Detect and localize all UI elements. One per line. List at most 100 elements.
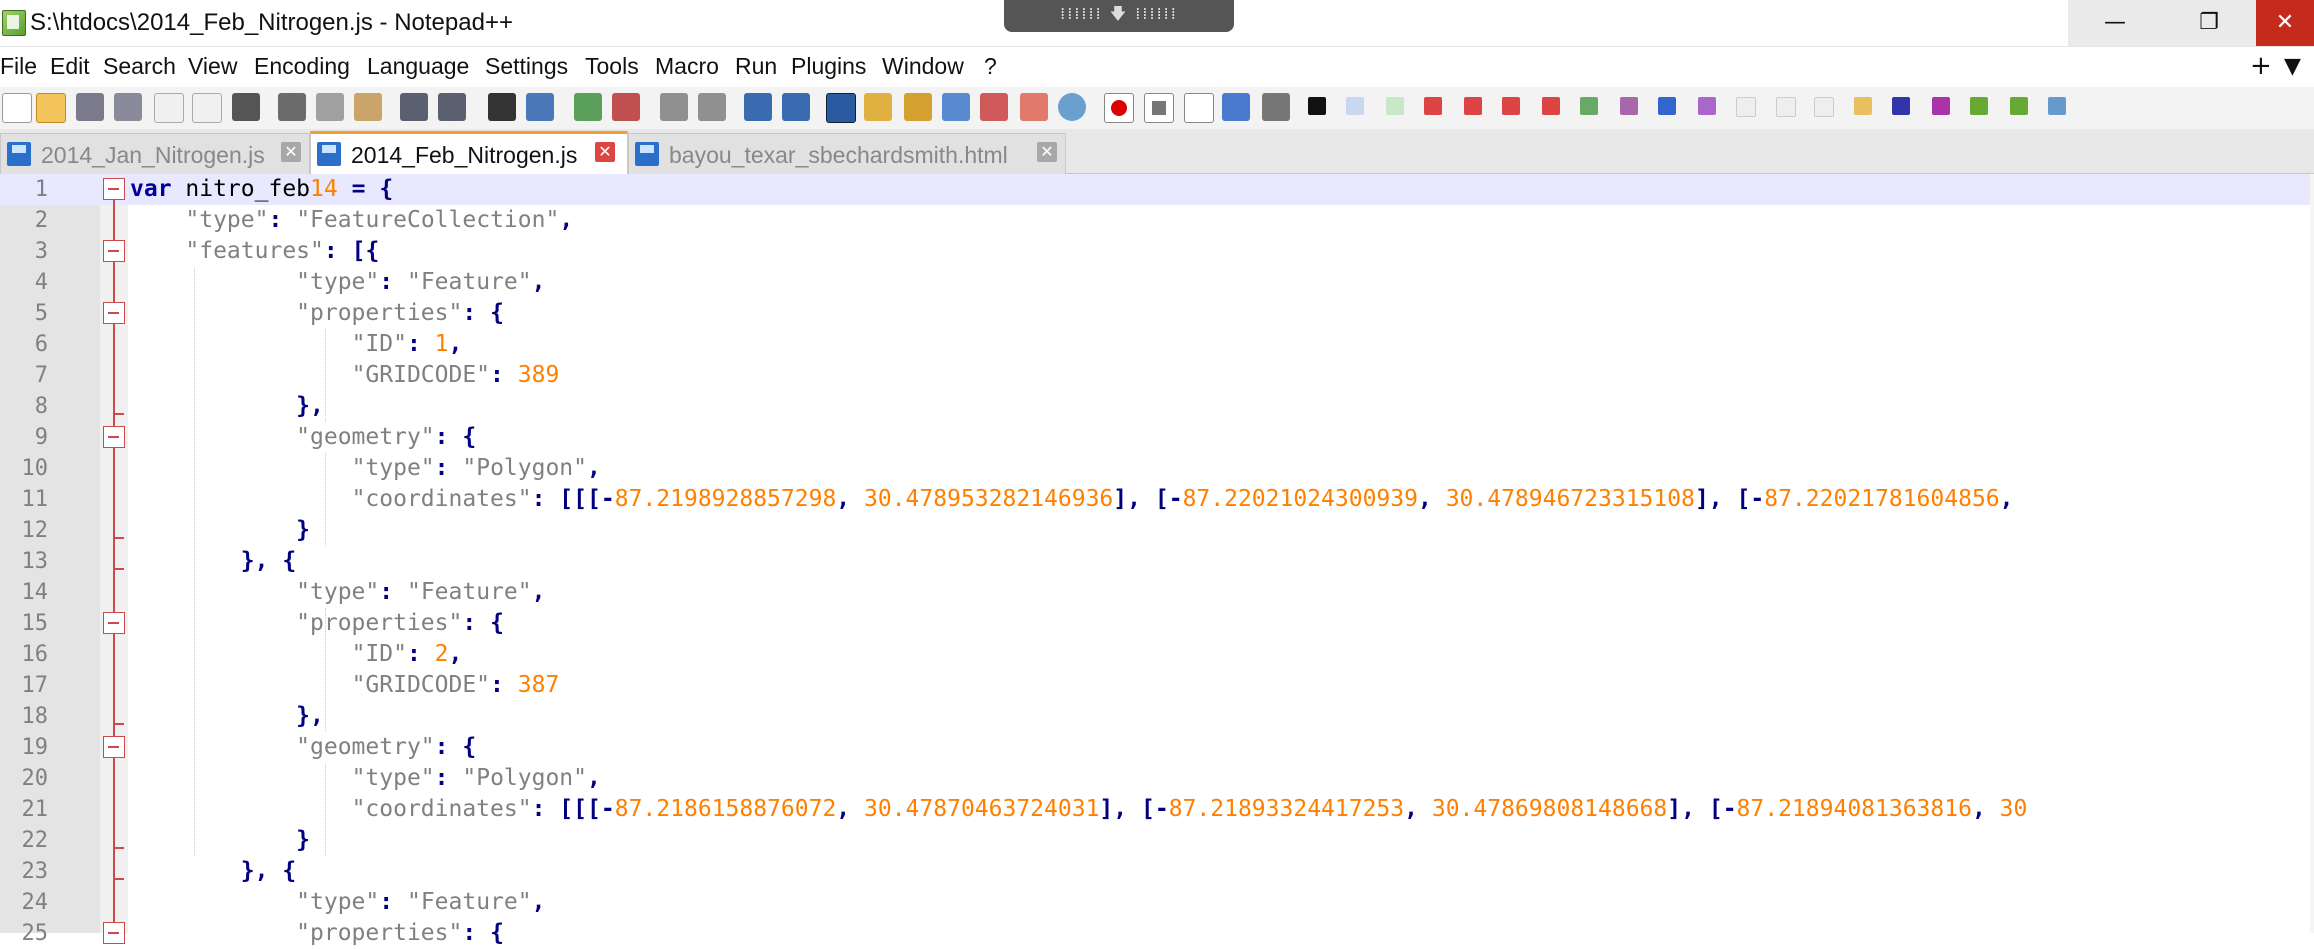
code-line[interactable]: 22 } <box>0 825 2314 856</box>
plugin-icon-11[interactable] <box>1892 97 1910 115</box>
redo-icon[interactable] <box>438 93 466 121</box>
tab-list-button[interactable]: ▼ <box>2284 54 2301 79</box>
copy-icon[interactable] <box>316 93 344 121</box>
plugin-icon-2[interactable] <box>1386 97 1404 115</box>
close-tab-icon[interactable]: ✕ <box>595 142 615 162</box>
close-tab-icon[interactable]: ✕ <box>281 142 301 162</box>
save-all-icon[interactable] <box>114 93 142 121</box>
plugin-icon-5[interactable] <box>1658 97 1676 115</box>
fold-toggle-icon[interactable] <box>103 426 125 448</box>
menu-language[interactable]: Language <box>367 53 469 80</box>
plugin-icon-6[interactable] <box>1698 97 1716 115</box>
undo-icon[interactable] <box>400 93 428 121</box>
code-line[interactable]: 19 "geometry": { <box>0 732 2314 763</box>
plugin-icon-15[interactable] <box>2048 97 2066 115</box>
plugin-icon-12[interactable] <box>1932 97 1950 115</box>
open-file-icon[interactable] <box>36 93 66 123</box>
macro-save-icon[interactable] <box>1262 93 1290 121</box>
code-line[interactable]: 10 "type": "Polygon", <box>0 453 2314 484</box>
code-line[interactable]: 2 "type": "FeatureCollection", <box>0 205 2314 236</box>
code-line[interactable]: 5 "properties": { <box>0 298 2314 329</box>
code-line[interactable]: 8 }, <box>0 391 2314 422</box>
sync-horizontal-icon[interactable] <box>698 93 726 121</box>
folder-as-workspace-icon[interactable] <box>980 93 1008 121</box>
user-defined-language-icon[interactable] <box>864 93 892 121</box>
code-line[interactable]: 3 "features": [{ <box>0 236 2314 267</box>
plugin-icon-14[interactable] <box>2010 97 2028 115</box>
tab-2014-feb-nitrogen[interactable]: 2014_Feb_Nitrogen.js ✕ <box>310 131 628 176</box>
plugin-icon-10[interactable] <box>1854 97 1872 115</box>
code-line[interactable]: 21 "coordinates": [[[-87.2186158876072, … <box>0 794 2314 825</box>
code-line[interactable]: 14 "type": "Feature", <box>0 577 2314 608</box>
plugin-icon-4[interactable] <box>1620 97 1638 115</box>
code-line[interactable]: 24 "type": "Feature", <box>0 887 2314 918</box>
document-map-icon[interactable] <box>904 93 932 121</box>
code-line[interactable]: 7 "GRIDCODE": 389 <box>0 360 2314 391</box>
save-icon[interactable] <box>76 93 104 121</box>
cut-icon[interactable] <box>278 93 306 121</box>
close-all-icon[interactable] <box>192 93 222 123</box>
close-file-icon[interactable] <box>154 93 184 123</box>
code-line[interactable]: 13 }, { <box>0 546 2314 577</box>
code-line[interactable]: 17 "GRIDCODE": 387 <box>0 670 2314 701</box>
plugin-next-icon[interactable] <box>1502 97 1520 115</box>
plugin-jslint-icon[interactable] <box>1308 97 1326 115</box>
restore-button[interactable]: ❐ <box>2162 0 2256 46</box>
menu-edit[interactable]: Edit <box>50 53 90 80</box>
menu-help[interactable]: ? <box>984 53 997 80</box>
fold-toggle-icon[interactable] <box>103 922 125 944</box>
menu-encoding[interactable]: Encoding <box>254 53 350 80</box>
fold-toggle-icon[interactable] <box>103 612 125 634</box>
fold-toggle-icon[interactable] <box>103 302 125 324</box>
code-line[interactable]: 23 }, { <box>0 856 2314 887</box>
code-line[interactable]: 1 var nitro_feb14 = { <box>0 174 2314 205</box>
code-line[interactable]: 16 "ID": 2, <box>0 639 2314 670</box>
plugin-icon-9[interactable] <box>1814 97 1834 117</box>
macro-run-multiple-icon[interactable] <box>1222 93 1250 121</box>
zoom-out-icon[interactable] <box>612 93 640 121</box>
menu-view[interactable]: View <box>188 53 237 80</box>
macro-stop-icon[interactable] <box>1144 93 1174 123</box>
indent-guide-icon[interactable] <box>826 93 856 123</box>
fold-toggle-icon[interactable] <box>103 240 125 262</box>
find-icon[interactable] <box>488 93 516 121</box>
plugin-last-icon[interactable] <box>1542 97 1560 115</box>
plugin-icon-3[interactable] <box>1580 97 1598 115</box>
plugin-first-icon[interactable] <box>1424 97 1442 115</box>
new-file-icon[interactable] <box>2 93 32 123</box>
menu-settings[interactable]: Settings <box>485 53 568 80</box>
show-all-characters-icon[interactable] <box>782 93 810 121</box>
macro-record-icon[interactable] <box>1104 93 1134 123</box>
replace-icon[interactable] <box>526 93 554 121</box>
close-window-button[interactable]: ✕ <box>2256 0 2314 46</box>
code-line[interactable]: 25 "properties": { <box>0 918 2314 949</box>
paste-icon[interactable] <box>354 93 382 121</box>
code-line[interactable]: 4 "type": "Feature", <box>0 267 2314 298</box>
add-tab-button[interactable]: + <box>2250 51 2272 81</box>
close-tab-icon[interactable]: ✕ <box>1037 142 1057 162</box>
monitoring-icon[interactable] <box>1058 93 1086 121</box>
minimize-button[interactable]: — <box>2068 0 2162 46</box>
print-icon[interactable] <box>232 93 260 121</box>
code-line[interactable]: 18 }, <box>0 701 2314 732</box>
macro-play-icon[interactable] <box>1184 93 1214 123</box>
tab-bayou-texar[interactable]: bayou_texar_sbechardsmith.html ✕ <box>628 133 1066 174</box>
fold-toggle-icon[interactable] <box>103 178 125 200</box>
plugin-icon-1[interactable] <box>1346 97 1364 115</box>
menu-plugins[interactable]: Plugins <box>791 53 866 80</box>
sync-vertical-icon[interactable] <box>660 93 688 121</box>
fold-toggle-icon[interactable] <box>103 736 125 758</box>
menu-run[interactable]: Run <box>735 53 777 80</box>
code-line[interactable]: 9 "geometry": { <box>0 422 2314 453</box>
code-line[interactable]: 11 "coordinates": [[[-87.2198928857298, … <box>0 484 2314 515</box>
code-line[interactable]: 12 } <box>0 515 2314 546</box>
word-wrap-icon[interactable] <box>744 93 772 121</box>
zoom-in-icon[interactable] <box>574 93 602 121</box>
code-line[interactable]: 15 "properties": { <box>0 608 2314 639</box>
function-list-icon[interactable] <box>942 93 970 121</box>
plugin-prev-icon[interactable] <box>1464 97 1482 115</box>
plugin-icon-7[interactable] <box>1736 97 1756 117</box>
code-line[interactable]: 6 "ID": 1, <box>0 329 2314 360</box>
menu-search[interactable]: Search <box>103 53 176 80</box>
plugin-icon-8[interactable] <box>1776 97 1796 117</box>
